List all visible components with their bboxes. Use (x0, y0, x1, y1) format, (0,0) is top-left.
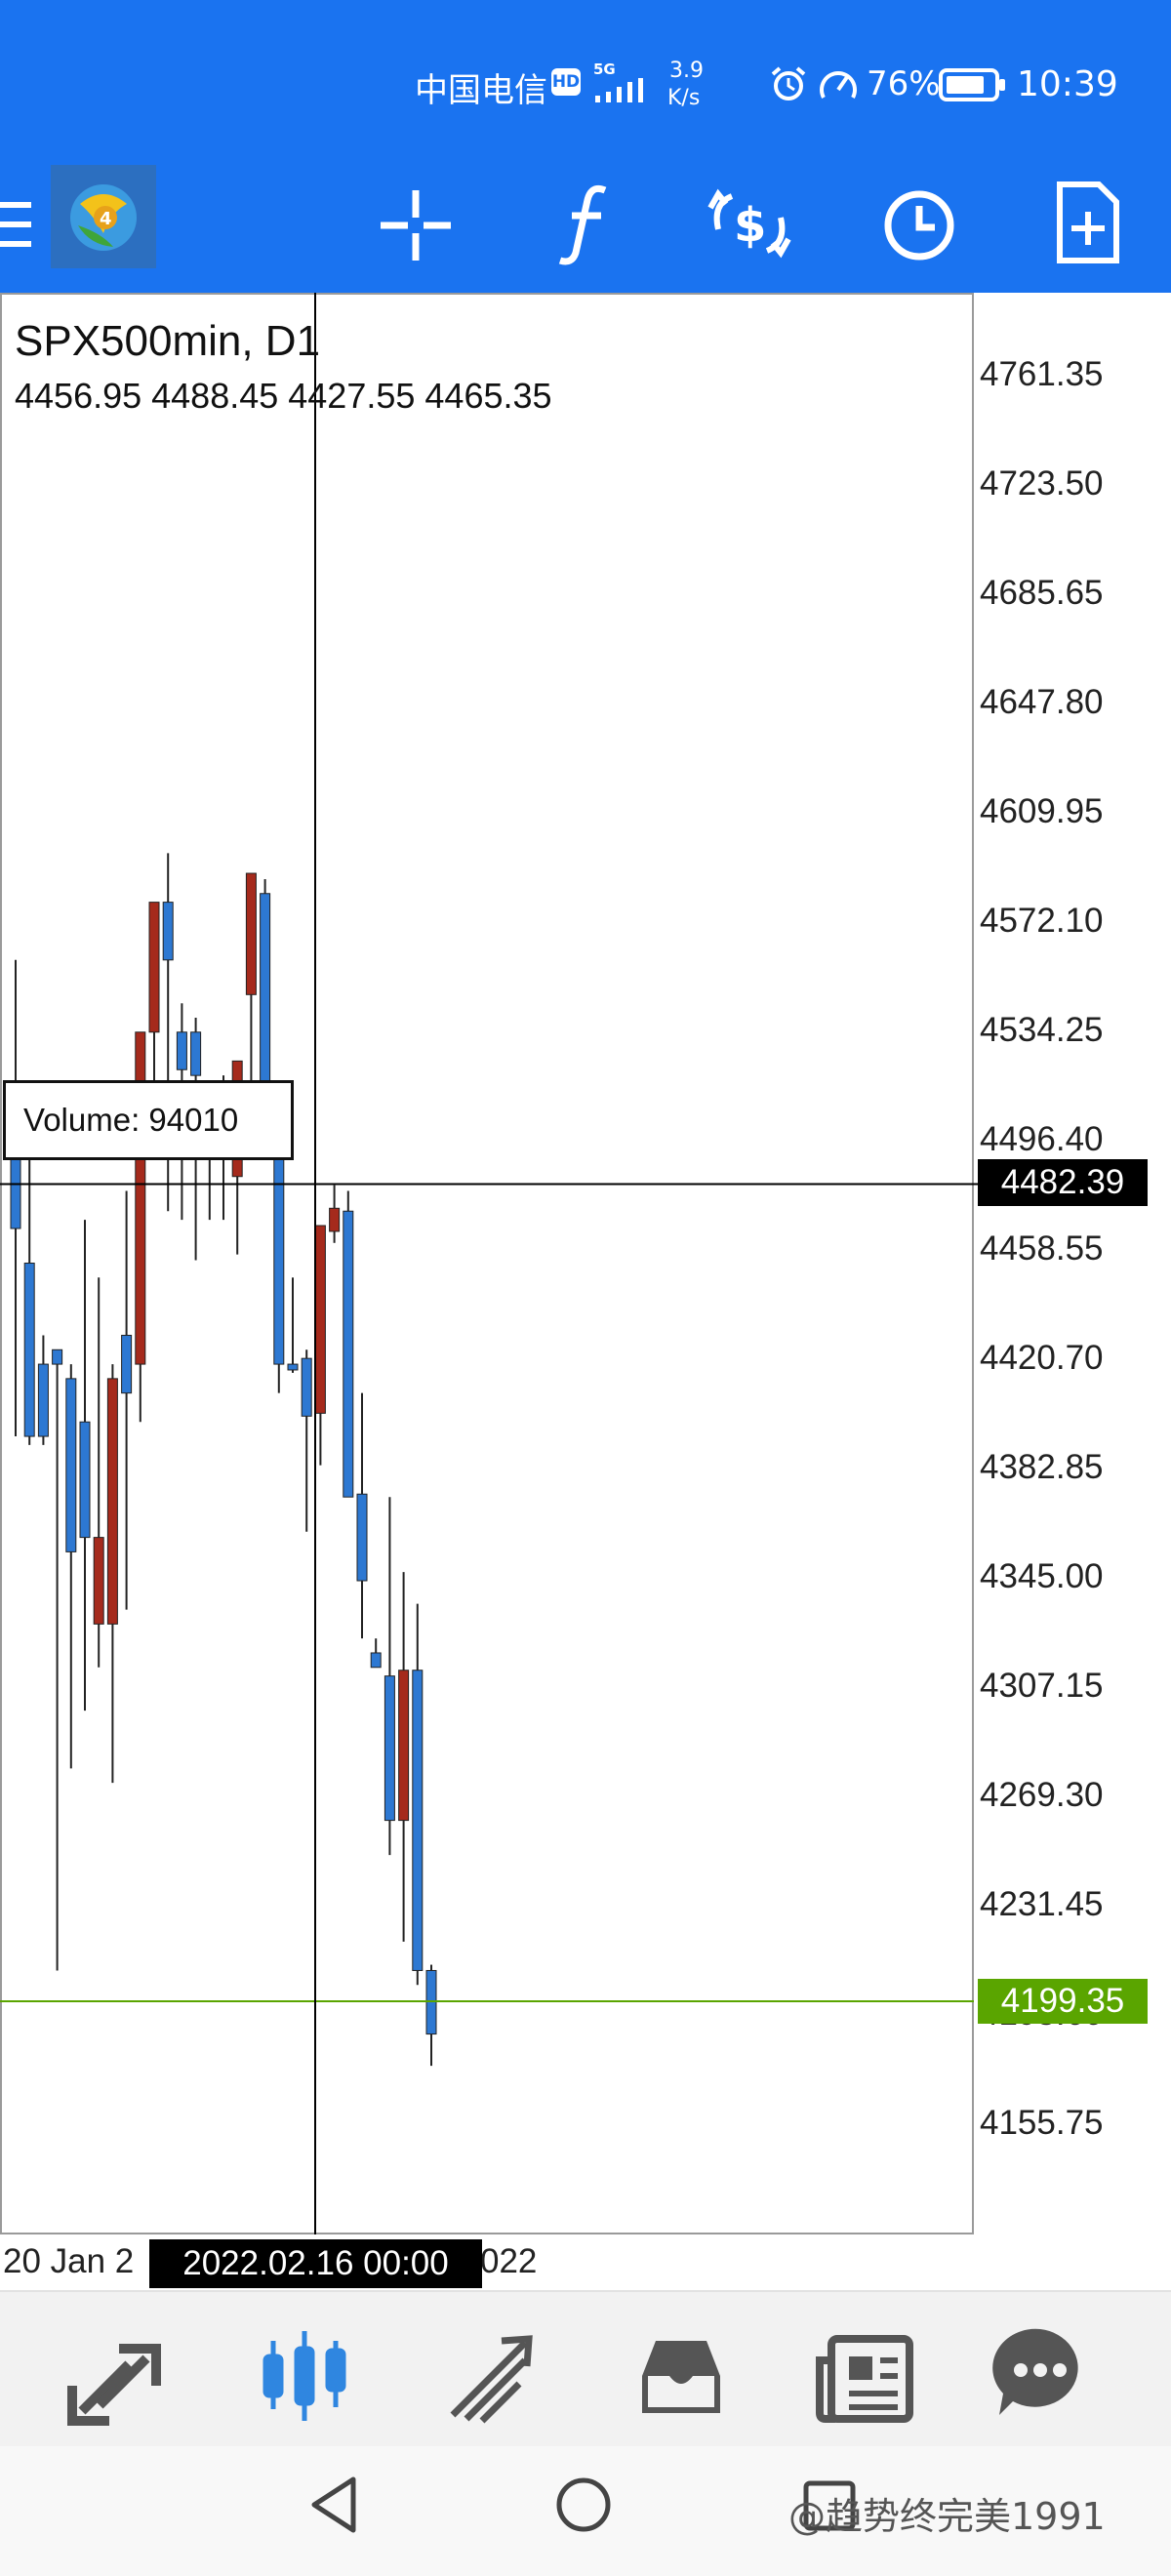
crosshair-date-tag: 2022.02.16 00:00 (149, 2239, 482, 2288)
candle-body (398, 1670, 410, 1822)
bid-price-tag: 4199.35 (978, 1979, 1148, 2024)
watermark: @趋势终完美1991 (788, 2495, 1106, 2538)
candle-body (370, 1652, 382, 1669)
candle-body (287, 1363, 299, 1371)
candle-body (52, 1348, 63, 1365)
candle-body (23, 1263, 35, 1437)
candle-body (106, 1378, 118, 1625)
price-axis-label: 4382.85 (980, 1448, 1104, 1486)
candle-body (93, 1537, 104, 1625)
price-axis-label: 4609.95 (980, 792, 1104, 830)
price-axis-label: 4685.65 (980, 574, 1104, 612)
home-icon[interactable] (554, 2475, 613, 2534)
candle-body (121, 1334, 133, 1394)
price-axis-label: 4269.30 (980, 1776, 1104, 1814)
back-icon[interactable] (306, 2474, 365, 2536)
bottom-tab-bar (0, 2290, 1171, 2448)
candle-body (79, 1421, 91, 1539)
price-axis-label: 4420.70 (980, 1339, 1104, 1377)
price-axis-label: 4496.40 (980, 1120, 1104, 1158)
candle-body (148, 902, 160, 1033)
candle-body (176, 1031, 187, 1070)
candle-body (425, 1969, 437, 2035)
candle-body (37, 1363, 49, 1437)
time-axis-label-right: 022 (480, 2242, 538, 2280)
price-axis-label: 4458.55 (980, 1229, 1104, 1268)
price-axis-label: 4723.50 (980, 464, 1104, 503)
price-axis-label: 4155.75 (980, 2104, 1104, 2142)
candle-body (314, 1225, 326, 1414)
price-axis-label: 4534.25 (980, 1011, 1104, 1049)
candle-body (412, 1670, 424, 1971)
candle-body (190, 1031, 202, 1076)
candle-body (245, 872, 257, 995)
price-axis-label: 4647.80 (980, 683, 1104, 721)
candle-body (356, 1493, 368, 1582)
candle-body (65, 1378, 77, 1552)
symbol-timeframe-title: SPX500min, D1 (15, 317, 321, 365)
price-axis-label: 4761.35 (980, 355, 1104, 393)
chat-tab[interactable] (943, 2292, 1138, 2448)
time-axis-label-left: 20 Jan 2 (3, 2242, 135, 2280)
history-tab[interactable] (584, 2292, 779, 2448)
crosshair-price-tag: 4482.39 (978, 1159, 1148, 1206)
volume-tooltip: Volume: 94010 (3, 1080, 294, 1160)
price-axis-label: 4231.45 (980, 1885, 1104, 1923)
price-axis-label: 4572.10 (980, 902, 1104, 940)
price-axis-label: 4307.15 (980, 1667, 1104, 1705)
candle-body (301, 1357, 312, 1417)
candle-body (384, 1675, 395, 1822)
trade-tab[interactable] (392, 2292, 587, 2448)
price-axis-label: 4345.00 (980, 1557, 1104, 1595)
ohlc-values: 4456.95 4488.45 4427.55 4465.35 (15, 376, 552, 416)
chart-tab[interactable] (207, 2292, 402, 2448)
candle-body (329, 1207, 341, 1232)
news-tab[interactable] (771, 2292, 966, 2448)
candle-body (343, 1210, 354, 1498)
candle-body (273, 1132, 285, 1365)
quotes-tab[interactable] (21, 2292, 217, 2448)
candle-body (162, 902, 174, 961)
